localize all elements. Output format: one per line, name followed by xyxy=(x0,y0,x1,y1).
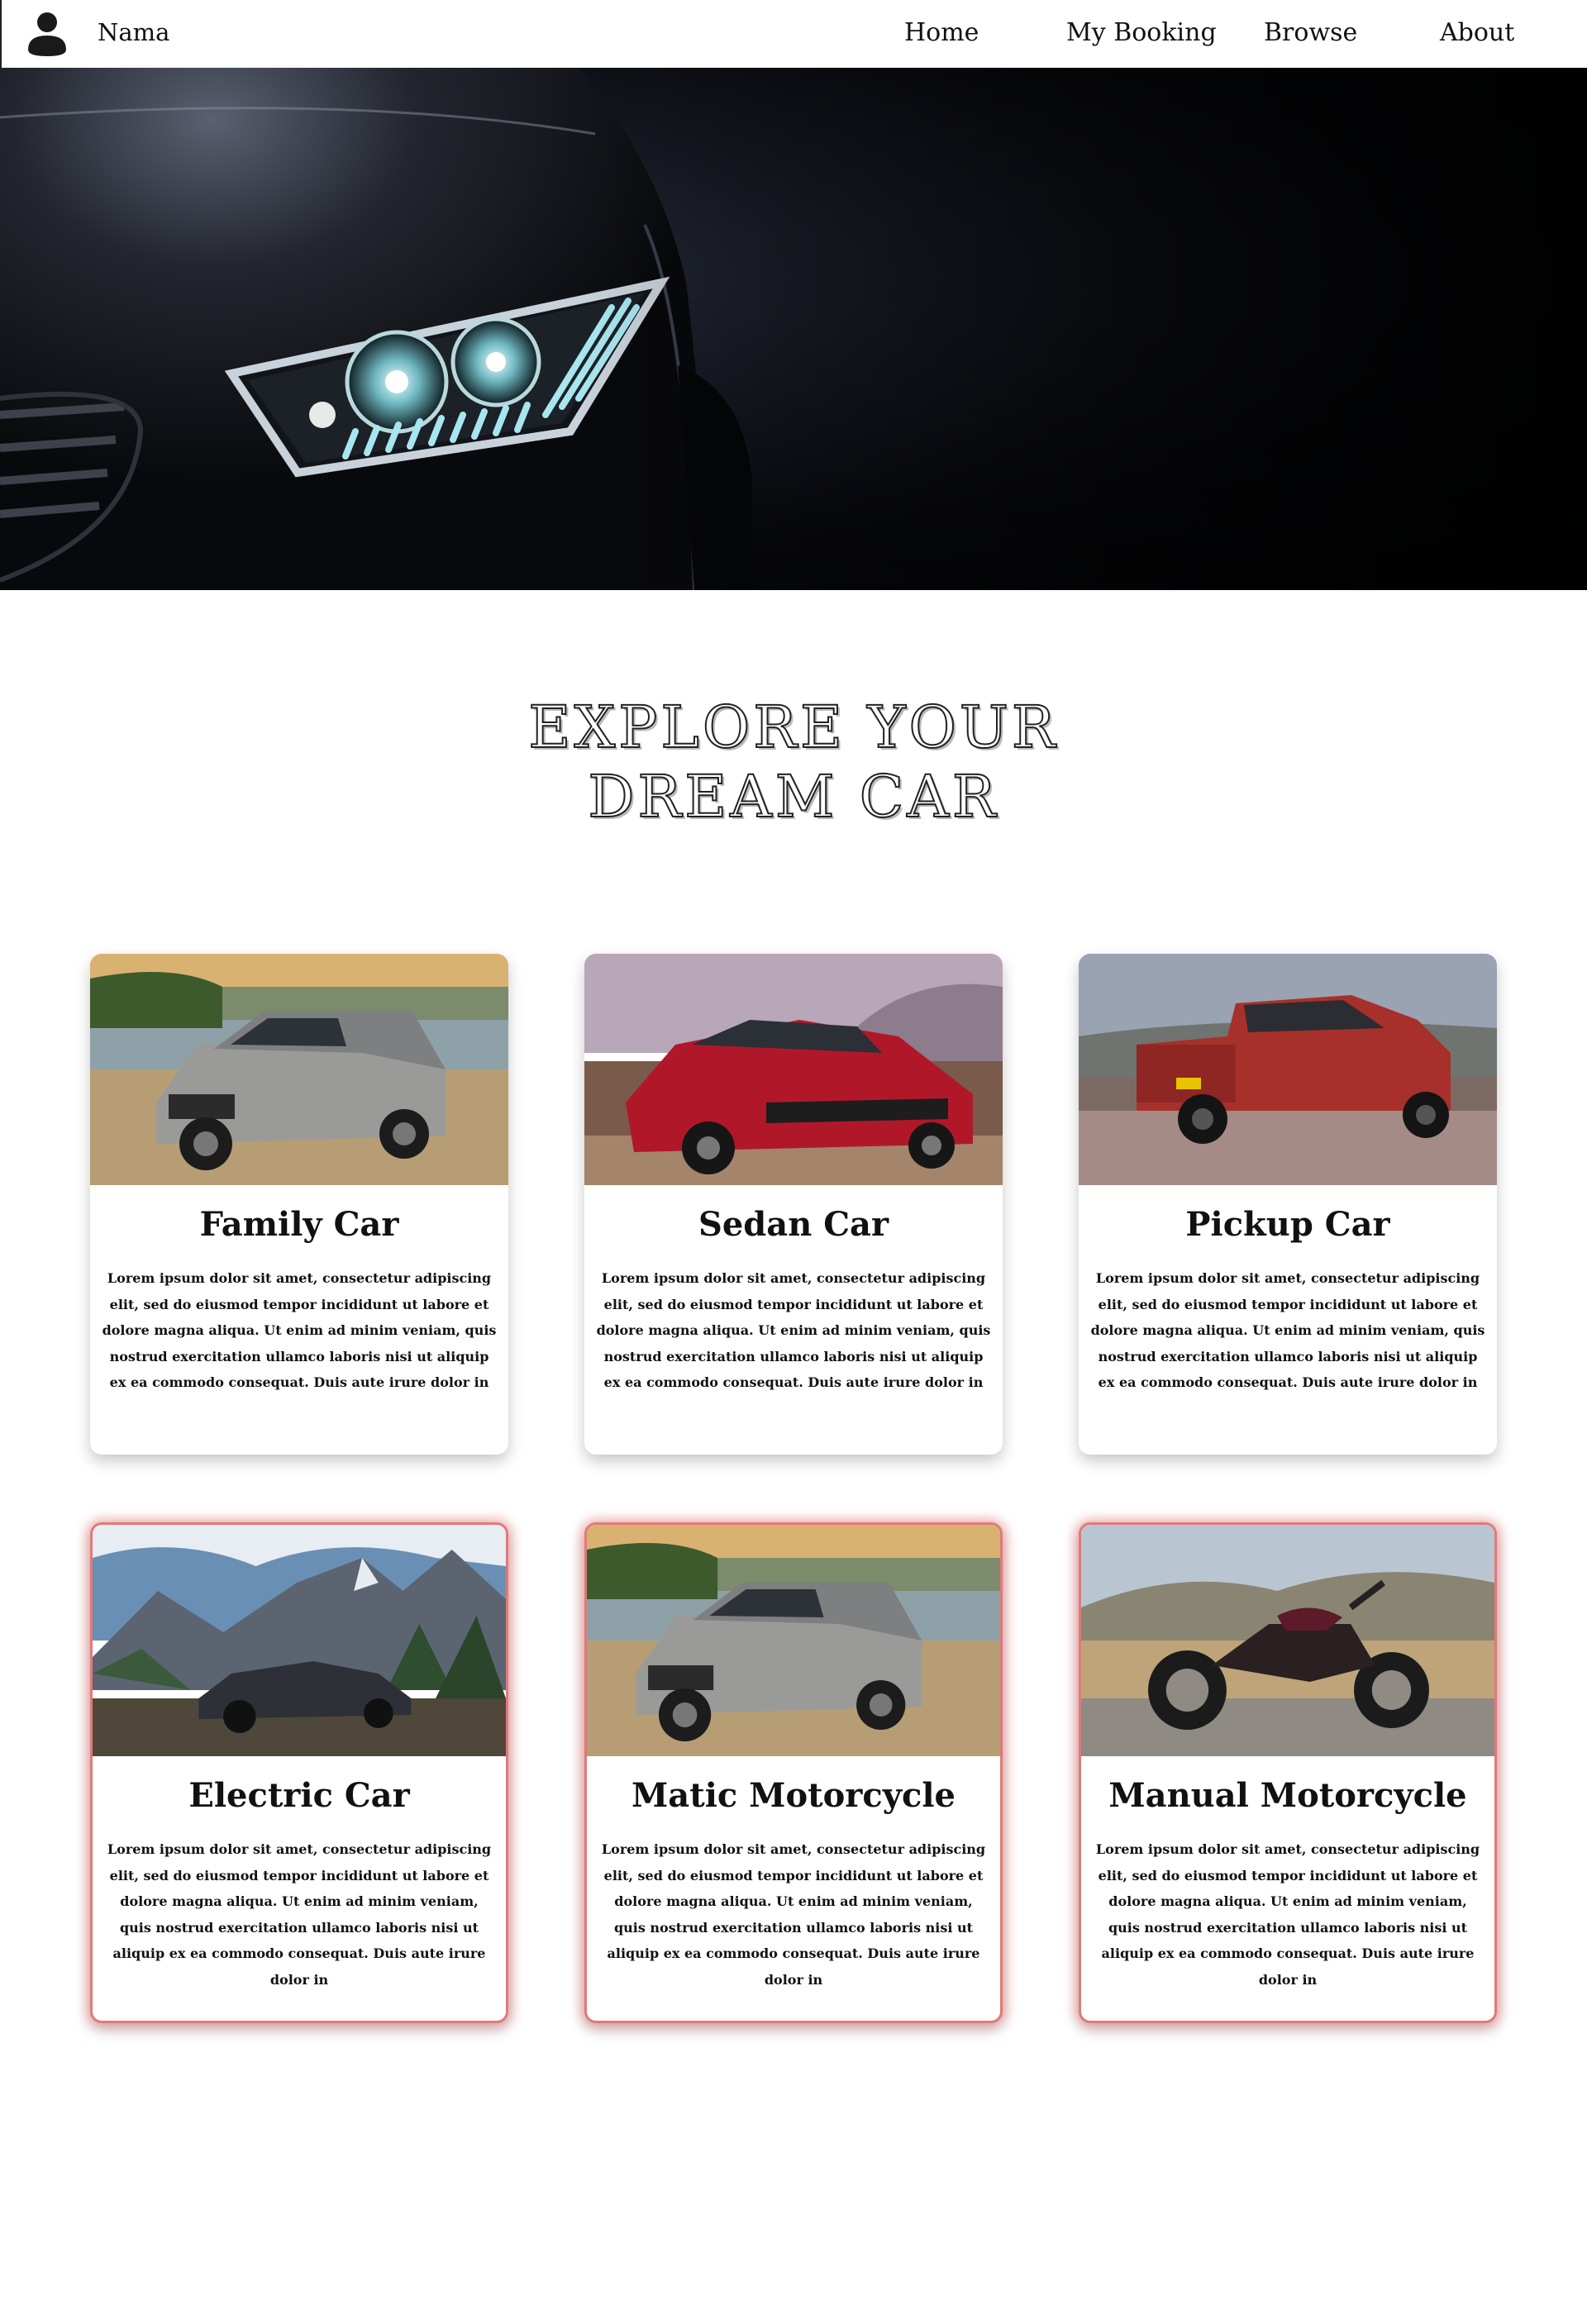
heading-line-2: DREAM CAR xyxy=(587,762,999,831)
top-navbar: Nama Home My Booking Browse About xyxy=(0,0,1587,68)
card-matic-motorcycle[interactable]: Matic Motorcycle Lorem ipsum dolor sit a… xyxy=(584,1522,1003,2023)
card-sedan-car[interactable]: Sedan Car Lorem ipsum dolor sit amet, co… xyxy=(584,954,1003,1455)
card-manual-motorcycle[interactable]: Manual Motorcycle Lorem ipsum dolor sit … xyxy=(1079,1522,1497,2023)
page-heading: EXPLORE YOUR DREAM CAR xyxy=(0,693,1587,831)
card-title: Matic Motorcycle xyxy=(631,1776,956,1815)
nav-home-link[interactable]: Home xyxy=(904,18,979,47)
brand-name: Nama xyxy=(98,18,170,46)
card-description: Lorem ipsum dolor sit amet, consectetur … xyxy=(1095,1841,1480,1988)
card-title: Sedan Car xyxy=(698,1205,889,1244)
pickup-car-image xyxy=(1079,954,1497,1185)
nav-about-link[interactable]: About xyxy=(1440,18,1514,47)
card-title: Electric Car xyxy=(188,1776,410,1815)
card-description: Lorem ipsum dolor sit amet, consectetur … xyxy=(596,1270,991,1390)
nav-browse-link[interactable]: Browse xyxy=(1264,18,1357,47)
manual-motorcycle-image xyxy=(1081,1525,1494,1756)
card-description: Lorem ipsum dolor sit amet, consectetur … xyxy=(102,1270,497,1390)
sedan-car-image xyxy=(584,954,1003,1185)
electric-car-image xyxy=(93,1525,506,1756)
card-title: Manual Motorcycle xyxy=(1108,1776,1467,1815)
card-description: Lorem ipsum dolor sit amet, consectetur … xyxy=(601,1841,986,1988)
card-description: Lorem ipsum dolor sit amet, consectetur … xyxy=(107,1841,492,1988)
family-car-image xyxy=(90,954,508,1185)
card-description: Lorem ipsum dolor sit amet, consectetur … xyxy=(1090,1270,1485,1390)
card-pickup-car[interactable]: Pickup Car Lorem ipsum dolor sit amet, c… xyxy=(1079,954,1497,1455)
heading-line-1: EXPLORE YOUR xyxy=(527,693,1059,762)
card-title: Pickup Car xyxy=(1185,1205,1390,1244)
card-title: Family Car xyxy=(199,1205,399,1244)
matic-motorcycle-image xyxy=(587,1525,1000,1756)
card-family-car[interactable]: Family Car Lorem ipsum dolor sit amet, c… xyxy=(90,954,508,1455)
nav-my-booking-link[interactable]: My Booking xyxy=(1066,18,1217,47)
card-electric-car[interactable]: Electric Car Lorem ipsum dolor sit amet,… xyxy=(90,1522,508,2023)
hero-banner-image xyxy=(0,68,1587,590)
user-avatar-icon[interactable] xyxy=(26,10,68,58)
